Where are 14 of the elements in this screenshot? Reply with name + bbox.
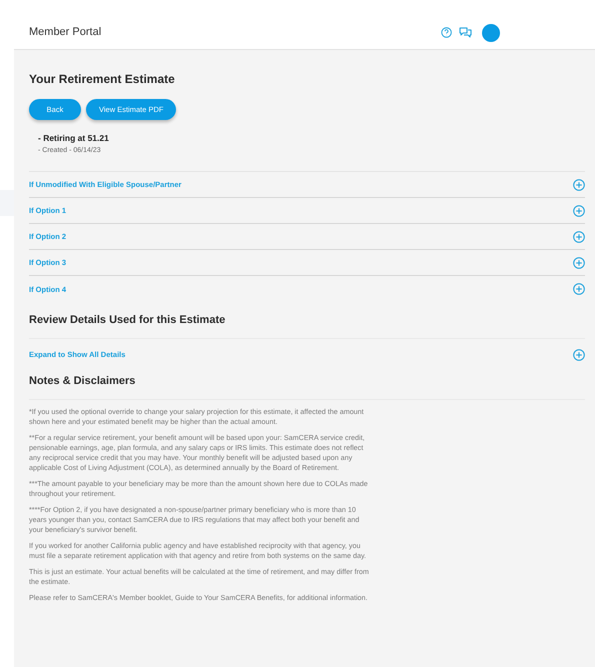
section-heading: Review Details Used for this Estimate [29, 313, 226, 328]
avatar[interactable] [482, 24, 500, 42]
plus-circle-icon[interactable] [573, 256, 585, 269]
app-title: Member Portal [29, 25, 102, 40]
plus-circle-icon[interactable] [573, 283, 585, 296]
plus-circle-icon[interactable] [573, 204, 585, 217]
section-heading: Notes & Disclaimers [29, 374, 136, 389]
chat-icon[interactable] [459, 27, 472, 38]
plus-circle-icon[interactable] [573, 230, 585, 243]
help-icon[interactable] [441, 27, 452, 38]
plus-circle-icon[interactable] [573, 348, 585, 361]
page-title: Your Retirement Estimate [29, 71, 176, 88]
plus-circle-icon[interactable] [573, 178, 585, 191]
retiring-age: - Retiring at 51.21 [38, 132, 110, 145]
